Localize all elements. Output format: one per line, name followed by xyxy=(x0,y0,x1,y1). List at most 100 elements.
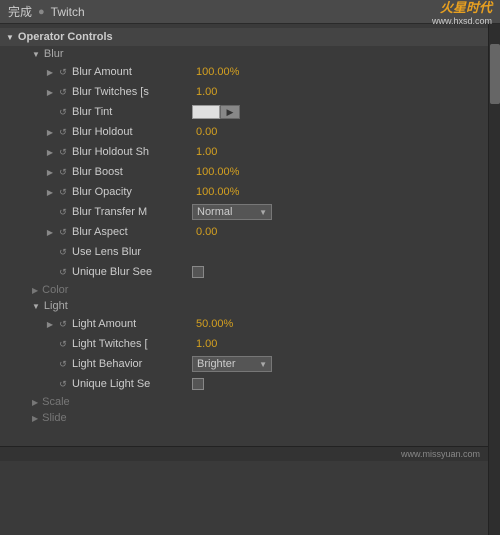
blur-holdout-sh-name: Blur Holdout Sh xyxy=(72,146,192,158)
blur-amount-value[interactable]: 100.00% xyxy=(196,66,239,78)
blur-transfer-dropdown[interactable]: Normal ▼ xyxy=(192,204,272,220)
light-twitches-icon: ↺ xyxy=(56,337,70,351)
logo-text: 火星时代 xyxy=(440,0,492,16)
blur-label: Blur xyxy=(44,48,64,60)
operator-controls-label: Operator Controls xyxy=(18,31,113,43)
properties-panel: Operator Controls Blur ▶ ↺ Blur Amount 1… xyxy=(0,24,488,535)
blur-transfer-name: Blur Transfer M xyxy=(72,206,192,218)
blur-amount-row: ▶ ↺ Blur Amount 100.00% xyxy=(0,62,488,82)
blur-holdout-arrow[interactable]: ▶ xyxy=(44,128,56,137)
blur-section-header[interactable]: Blur xyxy=(0,46,488,62)
unique-blur-see-icon: ↺ xyxy=(56,265,70,279)
blur-amount-arrow[interactable]: ▶ xyxy=(44,68,56,77)
scrollbar[interactable] xyxy=(488,24,500,535)
blur-amount-icon: ↺ xyxy=(56,65,70,79)
blur-opacity-name: Blur Opacity xyxy=(72,186,192,198)
slide-triangle xyxy=(32,414,38,423)
window-title: Twitch xyxy=(51,5,85,19)
use-lens-blur-row: ↺ Use Lens Blur xyxy=(0,242,488,262)
light-behavior-dropdown-arrow: ▼ xyxy=(259,360,267,369)
light-twitches-value[interactable]: 1.00 xyxy=(196,338,217,350)
blur-holdout-sh-icon: ↺ xyxy=(56,145,70,159)
light-amount-icon: ↺ xyxy=(56,317,70,331)
blur-twitches-row: ▶ ↺ Blur Twitches [s 1.00 xyxy=(0,82,488,102)
blur-aspect-row: ▶ ↺ Blur Aspect 0.00 xyxy=(0,222,488,242)
blur-twitches-value[interactable]: 1.00 xyxy=(196,86,217,98)
use-lens-blur-name: Use Lens Blur xyxy=(72,246,192,258)
light-amount-row: ▶ ↺ Light Amount 50.00% xyxy=(0,314,488,334)
light-behavior-value: Brighter xyxy=(197,358,236,370)
blur-opacity-icon: ↺ xyxy=(56,185,70,199)
light-behavior-icon: ↺ xyxy=(56,357,70,371)
light-section-header[interactable]: Light xyxy=(0,298,488,314)
light-behavior-name: Light Behavior xyxy=(72,358,192,370)
footer-watermark: www.missyuan.com xyxy=(401,449,480,459)
light-amount-value[interactable]: 50.00% xyxy=(196,318,233,330)
blur-aspect-value[interactable]: 0.00 xyxy=(196,226,217,238)
scale-label: Scale xyxy=(42,396,70,408)
blur-tint-name: Blur Tint xyxy=(72,106,192,118)
unique-light-se-checkbox[interactable] xyxy=(192,378,204,390)
unique-blur-see-row: ↺ Unique Blur See xyxy=(0,262,488,282)
unique-light-se-name: Unique Light Se xyxy=(72,378,192,390)
light-behavior-row: ↺ Light Behavior Brighter ▼ xyxy=(0,354,488,374)
logo-area: 火星时代 www.hxsd.com xyxy=(432,0,492,26)
operator-controls-triangle xyxy=(6,33,14,42)
blur-twitches-icon: ↺ xyxy=(56,85,70,99)
blur-transfer-row: ↺ Blur Transfer M Normal ▼ xyxy=(0,202,488,222)
scale-triangle xyxy=(32,398,38,407)
blur-transfer-icon: ↺ xyxy=(56,205,70,219)
light-triangle xyxy=(32,302,40,311)
blur-holdout-row: ▶ ↺ Blur Holdout 0.00 xyxy=(0,122,488,142)
blur-tint-row: ↺ Blur Tint ▶ xyxy=(0,102,488,122)
blur-tint-swatch[interactable] xyxy=(192,105,220,119)
blur-aspect-icon: ↺ xyxy=(56,225,70,239)
light-twitches-row: ↺ Light Twitches [ 1.00 xyxy=(0,334,488,354)
light-amount-arrow[interactable]: ▶ xyxy=(44,320,56,329)
use-lens-blur-icon: ↺ xyxy=(56,245,70,259)
separator: ● xyxy=(38,6,45,18)
blur-holdout-name: Blur Holdout xyxy=(72,126,192,138)
slide-section-header[interactable]: Slide xyxy=(0,410,488,426)
unique-light-se-row: ↺ Unique Light Se xyxy=(0,374,488,394)
blur-triangle xyxy=(32,50,40,59)
color-label: Color xyxy=(42,284,68,296)
blur-holdout-sh-row: ▶ ↺ Blur Holdout Sh 1.00 xyxy=(0,142,488,162)
light-amount-name: Light Amount xyxy=(72,318,192,330)
light-label: Light xyxy=(44,300,68,312)
blur-boost-arrow[interactable]: ▶ xyxy=(44,168,56,177)
blur-transfer-dropdown-arrow: ▼ xyxy=(259,208,267,217)
blur-aspect-arrow[interactable]: ▶ xyxy=(44,228,56,237)
blur-twitches-name: Blur Twitches [s xyxy=(72,86,192,98)
slide-label: Slide xyxy=(42,412,66,424)
operator-controls-header[interactable]: Operator Controls xyxy=(0,28,488,46)
unique-blur-see-name: Unique Blur See xyxy=(72,266,192,278)
color-section-header[interactable]: Color xyxy=(0,282,488,298)
scale-section-header[interactable]: Scale xyxy=(0,394,488,410)
scrollbar-thumb[interactable] xyxy=(490,44,500,104)
blur-boost-icon: ↺ xyxy=(56,165,70,179)
blur-boost-name: Blur Boost xyxy=(72,166,192,178)
blur-opacity-value[interactable]: 100.00% xyxy=(196,186,239,198)
blur-aspect-name: Blur Aspect xyxy=(72,226,192,238)
status-text: 完成 xyxy=(8,3,32,20)
blur-opacity-row: ▶ ↺ Blur Opacity 100.00% xyxy=(0,182,488,202)
blur-transfer-value: Normal xyxy=(197,206,232,218)
blur-boost-value[interactable]: 100.00% xyxy=(196,166,239,178)
blur-holdout-icon: ↺ xyxy=(56,125,70,139)
light-twitches-name: Light Twitches [ xyxy=(72,338,192,350)
color-triangle xyxy=(32,286,38,295)
blur-twitches-arrow[interactable]: ▶ xyxy=(44,88,56,97)
blur-boost-row: ▶ ↺ Blur Boost 100.00% xyxy=(0,162,488,182)
blur-tint-icon: ↺ xyxy=(56,105,70,119)
top-bar: 完成 ● Twitch 火星时代 www.hxsd.com xyxy=(0,0,500,24)
blur-holdout-sh-arrow[interactable]: ▶ xyxy=(44,148,56,157)
blur-holdout-value[interactable]: 0.00 xyxy=(196,126,217,138)
unique-light-se-icon: ↺ xyxy=(56,377,70,391)
blur-opacity-arrow[interactable]: ▶ xyxy=(44,188,56,197)
light-behavior-dropdown[interactable]: Brighter ▼ xyxy=(192,356,272,372)
blur-tint-btn[interactable]: ▶ xyxy=(220,105,240,119)
footer-bar: www.missyuan.com xyxy=(0,446,488,461)
blur-holdout-sh-value[interactable]: 1.00 xyxy=(196,146,217,158)
unique-blur-see-checkbox[interactable] xyxy=(192,266,204,278)
